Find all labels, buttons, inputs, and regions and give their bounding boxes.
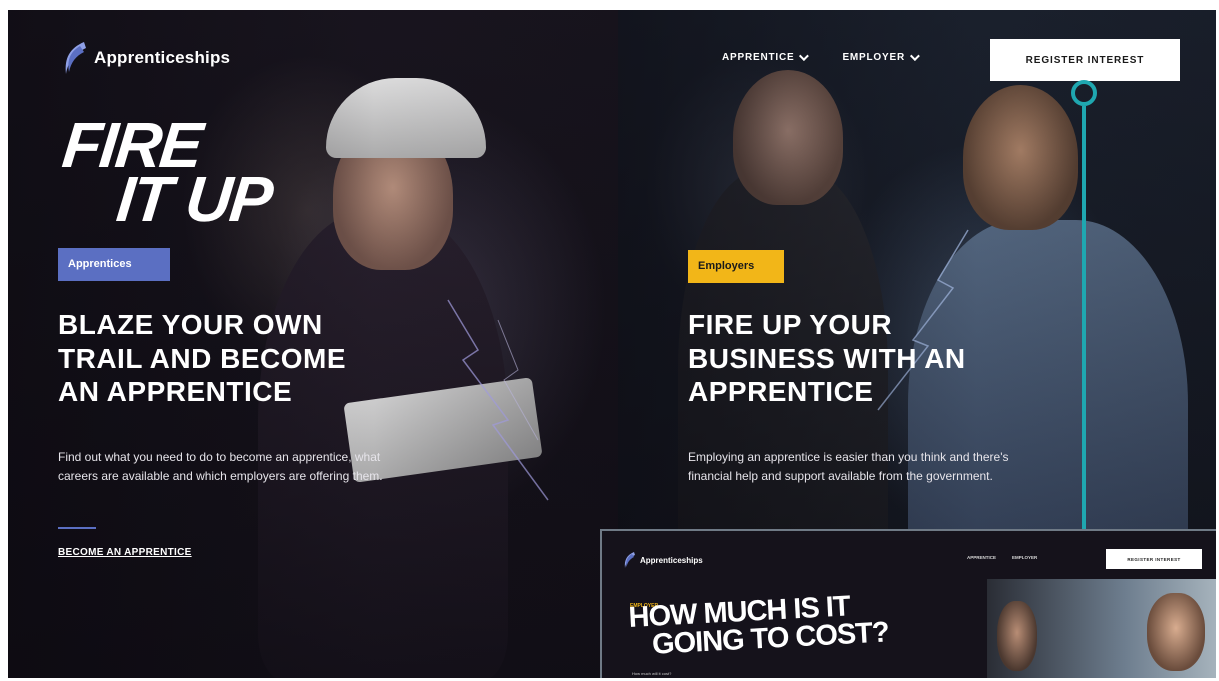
website-screenshot: Apprenticeships APPRENTICE EMPLOYER REGI… bbox=[8, 10, 1216, 678]
inset-nav-apprentice: APPRENTICE bbox=[967, 555, 996, 560]
inset-heading: HOW MUCH IS IT GOING TO COST? bbox=[628, 590, 890, 660]
main-nav: APPRENTICE EMPLOYER bbox=[722, 51, 920, 63]
logo-text: Apprenticeships bbox=[94, 48, 231, 67]
inset-face bbox=[997, 601, 1037, 671]
register-interest-button[interactable]: REGISTER INTEREST bbox=[990, 39, 1180, 81]
nav-employer-label: EMPLOYER bbox=[842, 52, 905, 63]
employers-tag: Employers bbox=[688, 250, 784, 283]
nav-employer[interactable]: EMPLOYER bbox=[842, 51, 920, 63]
inset-page-screenshot: Apprenticeships APPRENTICE EMPLOYER REGI… bbox=[600, 529, 1216, 678]
chevron-down-icon bbox=[799, 51, 810, 62]
become-apprentice-link[interactable]: BECOME AN APPRENTICE bbox=[58, 547, 192, 558]
inset-logo: Apprenticeships bbox=[622, 551, 703, 569]
nav-apprentice[interactable]: APPRENTICE bbox=[722, 51, 810, 63]
fire-it-up-wordmark: FIRE IT UP bbox=[54, 109, 279, 236]
site-logo[interactable]: Apprenticeships bbox=[60, 40, 230, 76]
apprenticeships-logo-icon bbox=[65, 42, 86, 74]
employers-description: Employing an apprentice is easier than y… bbox=[688, 450, 1009, 483]
apprenticeships-logo-icon bbox=[624, 552, 635, 568]
employers-headline: FIRE UP YOUR BUSINESS WITH AN APPRENTICE bbox=[688, 309, 966, 408]
nav-apprentice-label: APPRENTICE bbox=[722, 52, 795, 63]
inset-subtext: How much will it cost? bbox=[632, 671, 672, 676]
divider bbox=[58, 527, 96, 529]
inset-nav-apprentice-label: APPRENTICE bbox=[967, 555, 997, 560]
apprentices-tag: Apprentices bbox=[58, 248, 170, 281]
inset-register-button: REGISTER INTEREST bbox=[1106, 549, 1202, 569]
inset-logo-text: Apprenticeships bbox=[640, 555, 703, 565]
inset-nav-employer-label: EMPLOYER bbox=[1012, 555, 1038, 560]
inset-nav: APPRENTICE EMPLOYER bbox=[967, 555, 1037, 560]
apprentices-headline: BLAZE YOUR OWN TRAIL AND BECOME AN APPRE… bbox=[58, 309, 346, 408]
apprentices-description: Find out what you need to do to become a… bbox=[58, 450, 383, 483]
inset-face bbox=[1147, 593, 1205, 671]
callout-line bbox=[1082, 106, 1086, 534]
callout-marker bbox=[1071, 80, 1097, 106]
wordmark-line-2: IT UP bbox=[113, 163, 275, 236]
inset-nav-employer: EMPLOYER bbox=[1012, 555, 1037, 560]
